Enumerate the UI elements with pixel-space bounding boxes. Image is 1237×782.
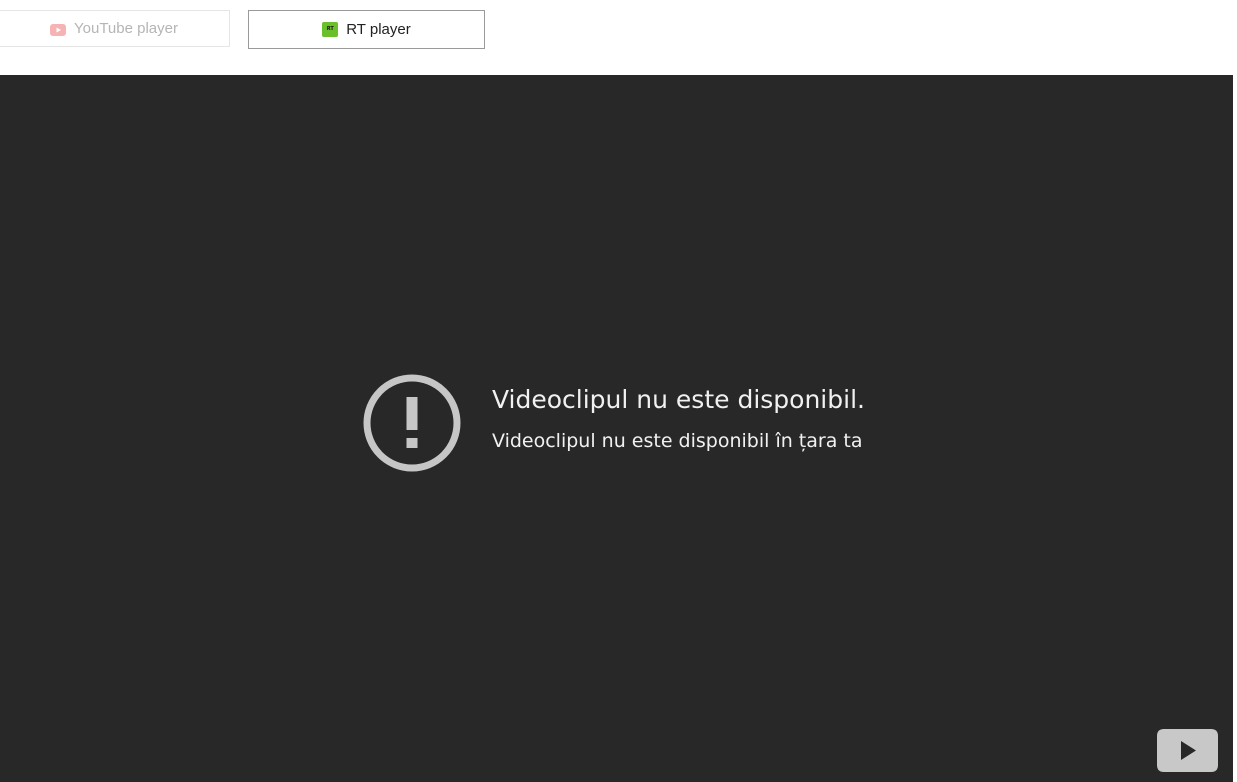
error-message: Videoclipul nu este disponibil. Videocli… (362, 373, 865, 473)
error-title: Videoclipul nu este disponibil. (492, 385, 865, 414)
youtube-logo-icon[interactable] (1156, 728, 1219, 773)
error-text: Videoclipul nu este disponibil. Videocli… (492, 373, 865, 453)
tab-rt-label: RT player (346, 21, 411, 38)
video-player[interactable]: Videoclipul nu este disponibil. Videocli… (0, 75, 1233, 782)
player-tab-bar: YouTube player RT RT player (0, 0, 1237, 75)
youtube-icon (50, 23, 67, 36)
rt-logo-icon: RT (322, 22, 339, 37)
tab-rt-player[interactable]: RT RT player (248, 10, 485, 49)
error-subtitle: Videoclipul nu este disponibil în țara t… (492, 430, 863, 452)
alert-circle-icon (363, 374, 461, 472)
tab-youtube-player[interactable]: YouTube player (0, 10, 230, 47)
tab-youtube-label: YouTube player (74, 20, 178, 37)
